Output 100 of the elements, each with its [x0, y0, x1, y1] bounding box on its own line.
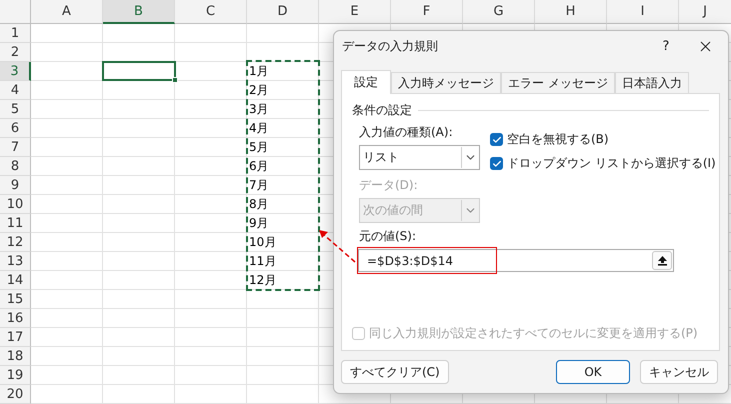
row-header[interactable]: 20 — [0, 385, 31, 404]
row-header[interactable]: 15 — [0, 290, 31, 309]
table-cell — [31, 252, 103, 271]
table-cell — [103, 157, 175, 176]
table-cell — [175, 271, 247, 290]
upload-arrow-icon — [656, 255, 668, 266]
table-cell — [103, 252, 175, 271]
tab[interactable]: 設定 — [341, 70, 391, 94]
row-header[interactable]: 17 — [0, 328, 31, 347]
row-header[interactable]: 14 — [0, 271, 31, 290]
table-cell: 9月 — [247, 214, 319, 233]
table-cell — [31, 366, 103, 385]
table-cell — [31, 157, 103, 176]
table-cell — [175, 176, 247, 195]
row-header[interactable]: 7 — [0, 138, 31, 157]
column-header[interactable]: A — [31, 0, 103, 24]
table-cell — [103, 385, 175, 404]
table-cell — [247, 24, 319, 43]
source-field[interactable]: =$D$3:$D$14 — [358, 249, 674, 272]
clear-all-button[interactable]: すべてクリア(C) — [341, 360, 449, 384]
table-cell — [103, 119, 175, 138]
row-header[interactable]: 19 — [0, 366, 31, 385]
table-cell — [175, 233, 247, 252]
column-header[interactable]: D — [247, 0, 319, 24]
checkbox-option[interactable]: ドロップダウン リストから選択する(I) — [490, 155, 716, 172]
table-cell: 3月 — [247, 100, 319, 119]
table-cell — [103, 233, 175, 252]
table-cell — [175, 157, 247, 176]
table-cell — [175, 195, 247, 214]
table-cell — [103, 176, 175, 195]
column-header[interactable]: G — [463, 0, 535, 24]
row-header[interactable]: 1 — [0, 24, 31, 43]
row-header[interactable]: 5 — [0, 100, 31, 119]
table-cell — [103, 309, 175, 328]
tab[interactable]: エラー メッセージ — [501, 72, 615, 93]
row-header[interactable]: 9 — [0, 176, 31, 195]
table-cell — [175, 252, 247, 271]
row-header[interactable]: 6 — [0, 119, 31, 138]
row-header[interactable]: 3 — [0, 62, 31, 81]
checkbox[interactable] — [490, 133, 503, 146]
table-cell — [103, 347, 175, 366]
checkbox[interactable] — [490, 157, 503, 170]
row-header[interactable]: 4 — [0, 81, 31, 100]
table-cell: 12月 — [247, 271, 319, 290]
row-header[interactable]: 2 — [0, 43, 31, 62]
table-cell — [175, 43, 247, 62]
column-header[interactable]: J — [679, 0, 731, 24]
collapse-button[interactable] — [652, 251, 672, 270]
table-cell — [103, 271, 175, 290]
checkbox-option[interactable]: 空白を無視する(B) — [490, 131, 716, 148]
cancel-button[interactable]: キャンセル — [640, 360, 718, 384]
table-cell — [103, 100, 175, 119]
field-label: データ(D): — [359, 177, 419, 194]
column-header[interactable]: E — [319, 0, 391, 24]
row-header[interactable]: 8 — [0, 157, 31, 176]
ok-button[interactable]: OK — [556, 360, 630, 384]
table-cell — [31, 385, 103, 404]
row-header[interactable]: 13 — [0, 252, 31, 271]
table-cell — [175, 24, 247, 43]
table-cell — [175, 366, 247, 385]
table-cell: 11月 — [247, 252, 319, 271]
table-cell — [31, 290, 103, 309]
table-cell — [31, 138, 103, 157]
fill-handle[interactable] — [172, 77, 178, 83]
allow-dropdown[interactable]: リスト — [359, 145, 480, 170]
table-cell — [175, 347, 247, 366]
table-cell — [31, 309, 103, 328]
table-cell: 2月 — [247, 81, 319, 100]
table-cell: 1月 — [247, 62, 319, 81]
column-header[interactable]: C — [175, 0, 247, 24]
table-cell — [31, 214, 103, 233]
table-cell — [103, 24, 175, 43]
help-button[interactable]: ? — [652, 38, 680, 54]
dialog-title: データの入力規則 — [342, 38, 439, 54]
table-cell: 10月 — [247, 233, 319, 252]
table-cell — [175, 290, 247, 309]
table-cell — [247, 385, 319, 404]
table-cell — [175, 328, 247, 347]
table-cell — [31, 100, 103, 119]
row-header[interactable]: 18 — [0, 347, 31, 366]
tab[interactable]: 入力時メッセージ — [391, 72, 501, 93]
table-cell — [103, 195, 175, 214]
table-cell: 4月 — [247, 119, 319, 138]
column-header[interactable]: I — [607, 0, 679, 24]
row-header[interactable]: 10 — [0, 195, 31, 214]
row-header[interactable]: 12 — [0, 233, 31, 252]
tab[interactable]: 日本語入力 — [614, 72, 689, 93]
table-cell — [31, 347, 103, 366]
table-cell — [31, 176, 103, 195]
table-cell — [103, 366, 175, 385]
table-cell — [31, 119, 103, 138]
row-header[interactable]: 11 — [0, 214, 31, 233]
table-cell — [31, 328, 103, 347]
row-header[interactable]: 16 — [0, 309, 31, 328]
column-header[interactable]: H — [535, 0, 607, 24]
column-header[interactable]: F — [391, 0, 463, 24]
field-label: 元の値(S): — [359, 228, 418, 245]
table-cell — [103, 290, 175, 309]
column-header[interactable]: B — [103, 0, 175, 24]
table-cell — [175, 309, 247, 328]
